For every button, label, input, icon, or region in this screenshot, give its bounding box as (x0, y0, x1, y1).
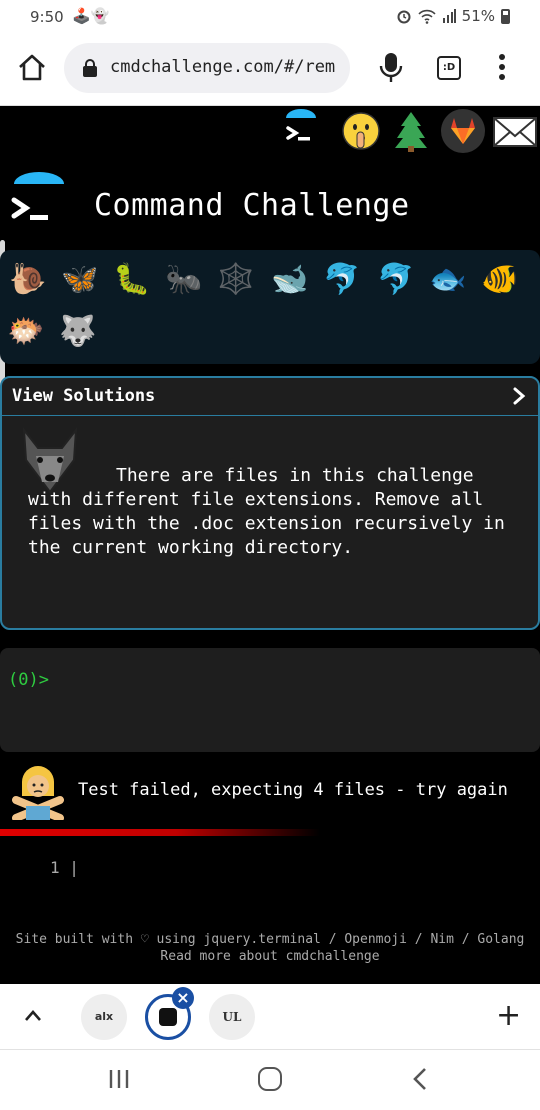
tab-switcher-button[interactable]: :D (437, 56, 461, 80)
battery-percent: 51% (461, 7, 495, 25)
home-icon[interactable] (16, 52, 48, 84)
overflow-menu-icon[interactable] (498, 54, 506, 84)
back-icon[interactable] (412, 1067, 428, 1091)
terminal-input[interactable]: (0)> (0, 648, 540, 752)
view-solutions-label: View Solutions (12, 386, 156, 406)
challenge-animal-icon[interactable]: 🐟 (428, 260, 468, 300)
recent-apps-icon[interactable] (108, 1068, 130, 1090)
status-right: 51% (396, 7, 510, 25)
challenge-progress-panel: 🐌 🦋 🐛 🐜 🕸️ 🐋 🐬 🐬 🐟 🐠 🐡 🐺 (0, 250, 540, 364)
app-logo-icon (11, 172, 64, 220)
battery-icon (501, 8, 510, 24)
home-button-icon[interactable] (258, 1067, 282, 1091)
challenge-animal-icon[interactable]: 🐬 (322, 260, 362, 300)
challenge-animal-icon[interactable]: 🦋 (60, 260, 100, 300)
system-nav-bar (0, 1050, 540, 1110)
footer-credits: Site built with ♡ using jquery.terminal … (15, 932, 525, 947)
tab-alx[interactable]: alx (81, 994, 127, 1040)
alarm-icon (397, 10, 411, 24)
close-tab-icon[interactable]: × (172, 987, 194, 1009)
browser-toolbar: cmdchallenge.com/#/rem :D (0, 34, 540, 106)
status-time: 9:50 (30, 8, 64, 26)
fail-indicator-bar (0, 829, 320, 836)
terminal-favicon-icon (159, 1008, 177, 1026)
challenge-animal-icon[interactable]: 🐛 (112, 260, 152, 300)
browser-tab-strip: alx UL + (0, 984, 540, 1050)
view-solutions-header[interactable]: View Solutions (2, 378, 538, 416)
challenge-animal-icon[interactable]: 🐜 (164, 260, 204, 300)
status-bar: 9:50 🕹️👻 51% (0, 0, 540, 34)
terminal-prompt: (0)> (8, 670, 49, 690)
challenge-animal-icon[interactable]: 🐌 (8, 260, 48, 300)
challenge-animal-icon[interactable]: 🐺 (58, 312, 98, 352)
terminal-icon[interactable] (278, 108, 324, 154)
challenge-animal-icon[interactable]: 🐠 (480, 260, 520, 300)
person-gesturing-no-icon (12, 766, 64, 820)
line-number: 1 | (50, 858, 79, 877)
chevron-right-icon[interactable] (512, 386, 526, 406)
page-title: Command Challenge (94, 188, 410, 223)
challenge-animal-icon[interactable]: 🐋 (270, 260, 310, 300)
challenge-animal-icon[interactable]: 🐬 (376, 260, 416, 300)
chevron-up-icon[interactable] (24, 1008, 42, 1022)
challenge-animal-icon[interactable]: 🐡 (6, 312, 46, 352)
new-tab-icon[interactable]: + (496, 998, 521, 1033)
tab-ul[interactable]: UL (209, 994, 255, 1040)
mail-icon[interactable] (492, 108, 538, 154)
gitlab-icon[interactable] (440, 108, 486, 154)
address-bar[interactable]: cmdchallenge.com/#/rem (64, 43, 350, 93)
footer-about-link[interactable]: Read more about cmdchallenge (0, 949, 540, 964)
tree-icon[interactable] (388, 108, 434, 154)
test-result-message: Test failed, expecting 4 files - try aga… (78, 780, 508, 800)
notification-icons: 🕹️👻 (72, 7, 110, 25)
url-text: cmdchallenge.com/#/rem (110, 57, 336, 77)
wifi-icon (418, 9, 436, 24)
challenge-description: There are files in this challenge with d… (28, 465, 505, 558)
shushing-face-icon[interactable] (338, 108, 384, 154)
signal-icon (442, 9, 456, 23)
lock-icon (83, 59, 97, 77)
microphone-icon[interactable] (378, 52, 404, 84)
challenge-card: View Solutions There are files in this c… (0, 376, 540, 630)
header-links (0, 108, 540, 158)
challenge-animal-icon[interactable]: 🕸️ (216, 260, 256, 300)
